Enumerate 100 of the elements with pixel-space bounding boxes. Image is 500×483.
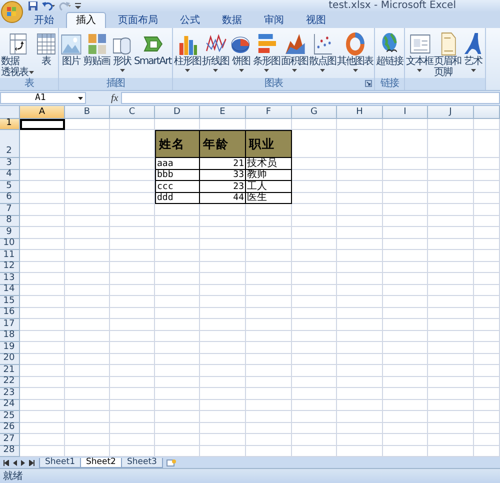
grid-cell[interactable] xyxy=(383,308,428,319)
grid-cell[interactable] xyxy=(383,238,428,250)
grid-cell[interactable] xyxy=(20,158,65,170)
grid-cell[interactable] xyxy=(474,158,500,170)
grid-cell[interactable] xyxy=(383,192,428,204)
grid-cell[interactable] xyxy=(292,170,337,181)
grid-cell[interactable] xyxy=(383,411,428,422)
grid-cell[interactable] xyxy=(428,181,474,192)
row-header[interactable]: 12 xyxy=(0,262,20,273)
grid-cell[interactable] xyxy=(428,319,474,330)
grid-cell[interactable] xyxy=(292,434,337,446)
grid-cell[interactable] xyxy=(200,273,246,284)
grid-cell[interactable] xyxy=(200,227,246,238)
grid-cell[interactable] xyxy=(200,354,246,365)
grid-cell[interactable] xyxy=(383,273,428,284)
grid-cell[interactable] xyxy=(200,342,246,354)
grid-cell[interactable] xyxy=(383,400,428,411)
grid-cell[interactable] xyxy=(155,250,200,262)
grid-cell[interactable] xyxy=(246,262,292,273)
grid-cell[interactable] xyxy=(474,238,500,250)
grid-cell[interactable] xyxy=(65,422,110,434)
grid-cell[interactable] xyxy=(20,204,65,216)
ribbon-tab[interactable]: 公式 xyxy=(170,12,210,28)
grid-cell[interactable] xyxy=(246,216,292,227)
grid-cell[interactable] xyxy=(337,130,383,158)
grid-cell[interactable] xyxy=(474,308,500,319)
grid-cell[interactable] xyxy=(200,319,246,330)
grid-cell[interactable] xyxy=(65,262,110,273)
grid-cell[interactable] xyxy=(200,308,246,319)
grid-cell[interactable] xyxy=(246,376,292,388)
active-cell[interactable] xyxy=(20,118,65,130)
grid-cell[interactable] xyxy=(246,411,292,422)
column-header[interactable] xyxy=(474,106,500,118)
grid-cell[interactable] xyxy=(428,250,474,262)
grid-cell[interactable] xyxy=(292,330,337,342)
grid-cell[interactable] xyxy=(65,376,110,388)
grid-cell[interactable] xyxy=(110,238,155,250)
row-header[interactable]: 13 xyxy=(0,273,20,284)
grid-cell[interactable] xyxy=(428,170,474,181)
grid-cell[interactable] xyxy=(200,296,246,308)
grid-cell[interactable] xyxy=(428,388,474,400)
grid-cell[interactable] xyxy=(200,411,246,422)
grid-cell[interactable] xyxy=(110,434,155,446)
grid-cell[interactable] xyxy=(337,204,383,216)
grid-cell[interactable] xyxy=(65,216,110,227)
ribbon-tab[interactable]: 审阅 xyxy=(254,12,294,28)
grid-cell[interactable] xyxy=(383,422,428,434)
row-header[interactable]: 24 xyxy=(0,400,20,411)
grid-cell[interactable] xyxy=(20,192,65,204)
grid-cell[interactable] xyxy=(65,342,110,354)
grid-cell[interactable] xyxy=(246,330,292,342)
grid-cell[interactable] xyxy=(110,400,155,411)
grid-cell[interactable] xyxy=(474,192,500,204)
ribbon-button[interactable]: 剪贴画 xyxy=(83,30,110,78)
grid-cell[interactable] xyxy=(383,227,428,238)
grid-cell[interactable] xyxy=(292,319,337,330)
grid-cell[interactable] xyxy=(337,376,383,388)
row-header[interactable]: 14 xyxy=(0,284,20,296)
grid-cell[interactable] xyxy=(428,400,474,411)
grid-cell[interactable] xyxy=(474,354,500,365)
grid-cell[interactable] xyxy=(474,216,500,227)
grid-cell[interactable] xyxy=(383,388,428,400)
grid-cell[interactable] xyxy=(428,354,474,365)
grid-cell[interactable] xyxy=(65,170,110,181)
row-header[interactable]: 3 xyxy=(0,158,20,170)
grid-cell[interactable] xyxy=(246,422,292,434)
sheet-tab[interactable]: Sheet2 xyxy=(80,458,122,468)
ribbon-button[interactable]: 数据 透视表 xyxy=(1,30,34,78)
row-header[interactable]: 19 xyxy=(0,342,20,354)
grid-cell[interactable] xyxy=(65,400,110,411)
column-header[interactable]: D xyxy=(155,106,200,118)
grid-cell[interactable] xyxy=(155,296,200,308)
grid-cell[interactable] xyxy=(337,342,383,354)
next-sheet-icon[interactable] xyxy=(21,460,25,466)
grid-cell[interactable] xyxy=(292,130,337,158)
grid-cell[interactable] xyxy=(20,262,65,273)
grid-cell[interactable] xyxy=(65,192,110,204)
grid-cell[interactable] xyxy=(200,204,246,216)
grid-cell[interactable] xyxy=(474,342,500,354)
grid-cell[interactable] xyxy=(155,262,200,273)
grid-cell[interactable] xyxy=(20,422,65,434)
grid-cell[interactable] xyxy=(65,118,110,130)
ribbon-button[interactable]: 页眉和 页脚 xyxy=(434,30,462,78)
grid-cell[interactable] xyxy=(383,296,428,308)
row-header[interactable]: 2 xyxy=(0,130,20,158)
grid-cell[interactable] xyxy=(200,330,246,342)
grid-cell[interactable] xyxy=(200,250,246,262)
grid-cell[interactable] xyxy=(337,411,383,422)
grid-cell[interactable] xyxy=(337,192,383,204)
ribbon-button[interactable]: 折线图 xyxy=(202,30,230,78)
ribbon-tab[interactable]: 开始 xyxy=(24,12,64,28)
grid-cell[interactable] xyxy=(155,342,200,354)
grid-cell[interactable] xyxy=(155,411,200,422)
column-header[interactable]: C xyxy=(110,106,155,118)
grid-cell[interactable] xyxy=(337,262,383,273)
grid-cell[interactable] xyxy=(246,273,292,284)
grid-cell[interactable] xyxy=(337,296,383,308)
grid-cell[interactable] xyxy=(428,422,474,434)
grid-cell[interactable] xyxy=(292,388,337,400)
grid-cell[interactable] xyxy=(292,376,337,388)
